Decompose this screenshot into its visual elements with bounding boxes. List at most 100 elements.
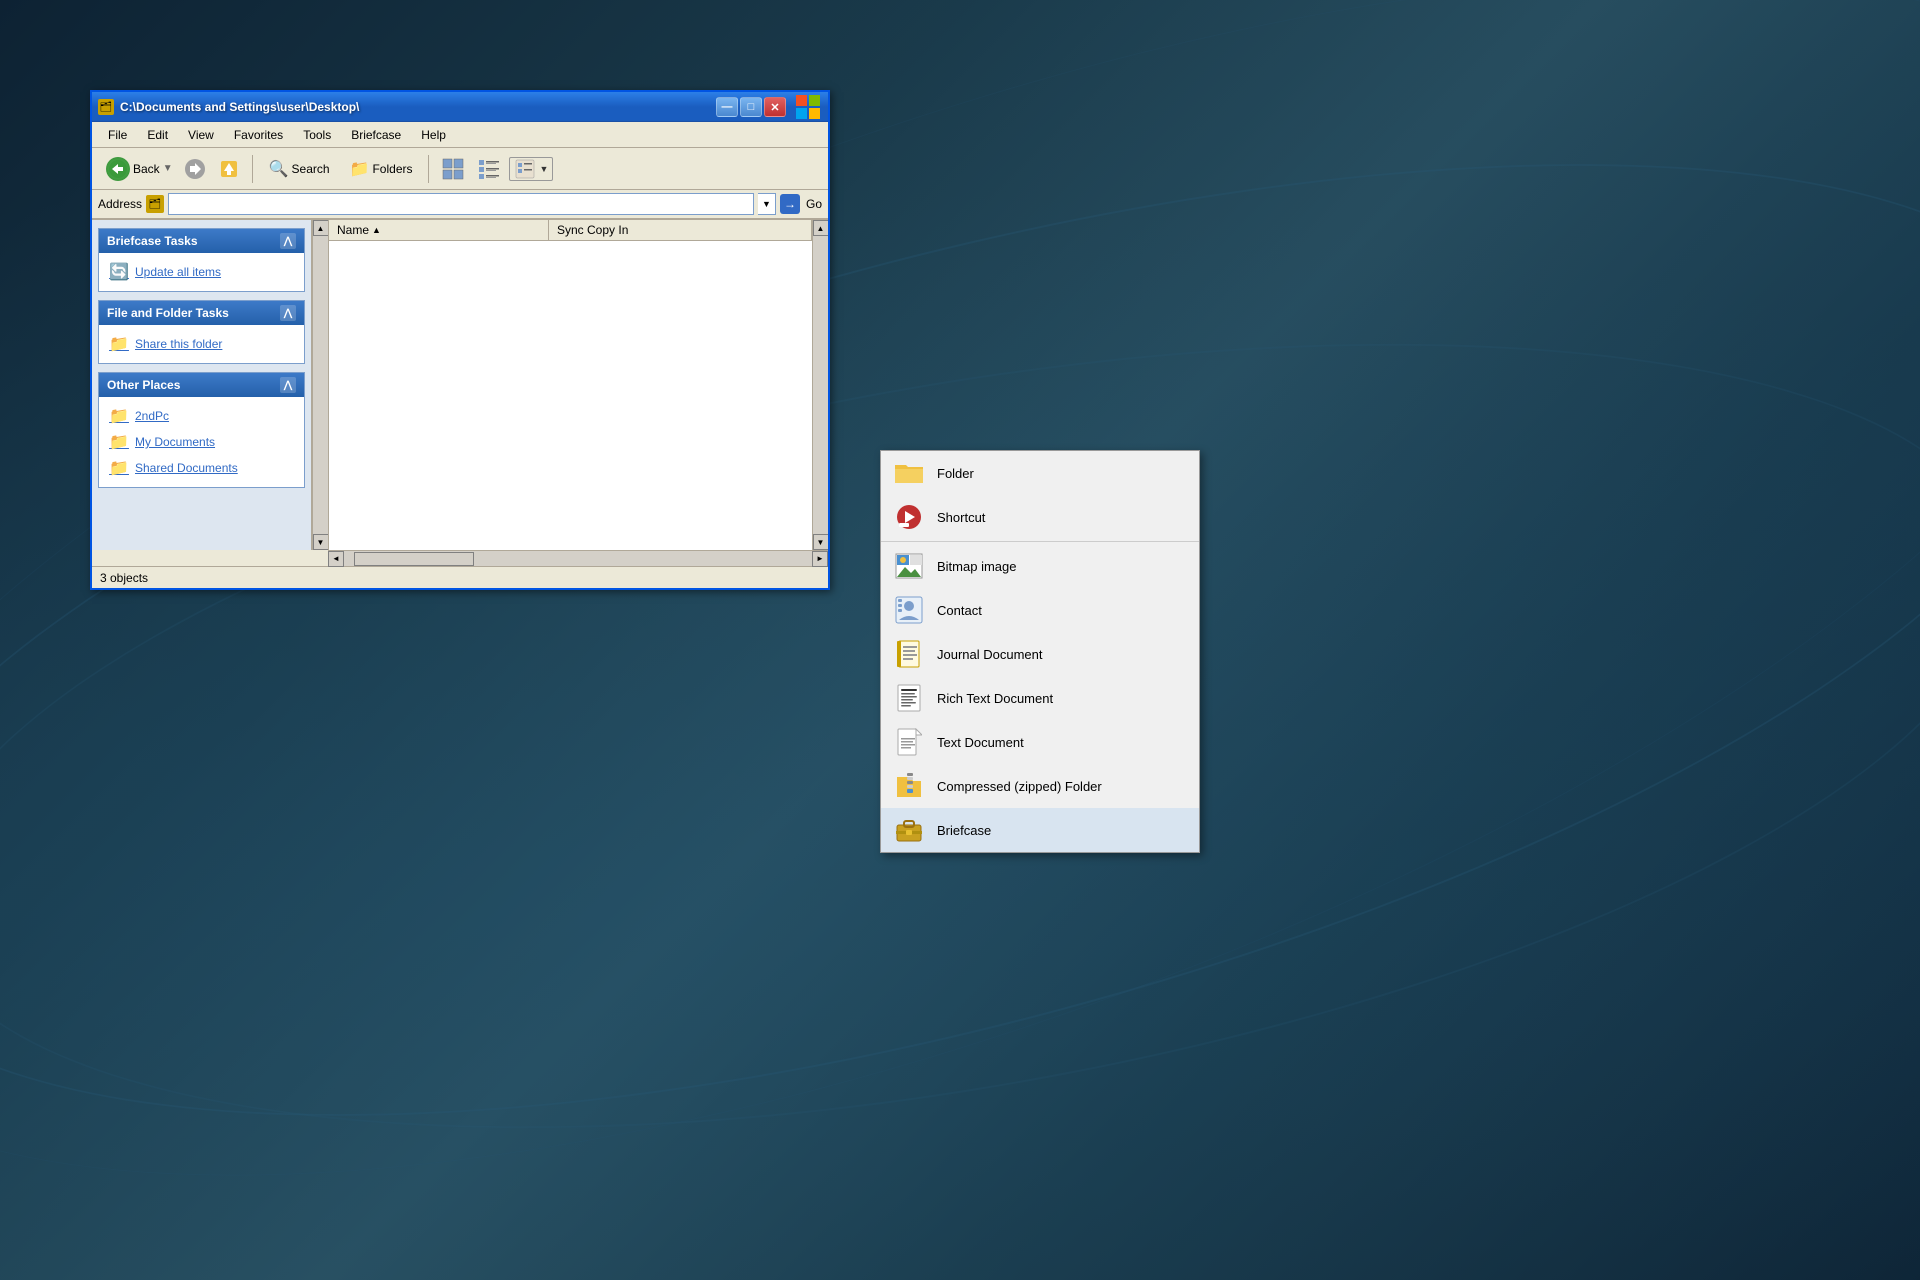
file-folder-tasks-section: File and Folder Tasks ⋀ 📁 Share this fol… — [98, 300, 305, 364]
left-panel-container: Briefcase Tasks ⋀ 🔄 Update all items Fil… — [92, 220, 328, 550]
briefcase-cm-label: Briefcase — [937, 823, 991, 838]
address-dropdown-button[interactable]: ▼ — [758, 193, 776, 215]
2ndpc-link[interactable]: 📁 2ndPc — [103, 403, 300, 429]
maximize-button[interactable]: □ — [740, 97, 762, 117]
bitmap-cm-label: Bitmap image — [937, 559, 1016, 574]
file-folder-tasks-body: 📁 Share this folder — [99, 325, 304, 363]
view-thumbnails-button[interactable] — [437, 157, 469, 181]
file-scroll-down-button[interactable]: ▼ — [813, 534, 829, 550]
back-icon — [106, 157, 130, 181]
h-scroll-right-button[interactable]: ► — [812, 551, 828, 567]
left-panel: Briefcase Tasks ⋀ 🔄 Update all items Fil… — [92, 220, 312, 550]
toolbar-sep-2 — [428, 155, 429, 183]
explorer-window: 🗂 C:\Documents and Settings\user\Desktop… — [90, 90, 830, 590]
briefcase-tasks-header[interactable]: Briefcase Tasks ⋀ — [99, 229, 304, 253]
briefcase-cm-icon — [893, 814, 925, 846]
menu-file[interactable]: File — [100, 126, 135, 144]
status-text: 3 objects — [100, 571, 148, 585]
context-menu-shortcut[interactable]: Shortcut — [881, 495, 1199, 539]
shared-documents-label: Shared Documents — [135, 461, 238, 475]
my-documents-icon: 📁 — [109, 432, 129, 452]
toolbar-sep-1 — [252, 155, 253, 183]
menu-help[interactable]: Help — [413, 126, 454, 144]
minimize-button[interactable]: — — [716, 97, 738, 117]
briefcase-tasks-title: Briefcase Tasks — [107, 234, 198, 248]
scroll-up-button[interactable]: ▲ — [313, 220, 329, 236]
share-folder-label: Share this folder — [135, 337, 222, 351]
file-area-scrollbar[interactable]: ▲ ▼ — [812, 220, 828, 550]
other-places-header[interactable]: Other Places ⋀ — [99, 373, 304, 397]
menu-bar: File Edit View Favorites Tools Briefcase… — [92, 122, 828, 148]
cm-separator-1 — [881, 541, 1199, 542]
search-button[interactable]: 🔍 Search — [261, 155, 338, 183]
back-dropdown-icon[interactable]: ▼ — [163, 163, 173, 174]
scroll-down-button[interactable]: ▼ — [313, 534, 329, 550]
file-scroll-up-button[interactable]: ▲ — [813, 220, 829, 236]
status-bar: 3 objects — [92, 566, 828, 588]
sync-copy-in-column-header[interactable]: Sync Copy In — [549, 220, 812, 240]
name-column-header[interactable]: Name ▲ — [329, 220, 549, 240]
menu-view[interactable]: View — [180, 126, 222, 144]
my-documents-link[interactable]: 📁 My Documents — [103, 429, 300, 455]
context-menu-folder[interactable]: Folder — [881, 451, 1199, 495]
folder-cm-icon — [893, 457, 925, 489]
file-folder-tasks-header[interactable]: File and Folder Tasks ⋀ — [99, 301, 304, 325]
context-menu-briefcase[interactable]: Briefcase — [881, 808, 1199, 852]
folders-label: Folders — [372, 162, 412, 176]
my-documents-label: My Documents — [135, 435, 215, 449]
back-button[interactable]: Back ▼ — [98, 153, 176, 185]
text-cm-icon — [893, 726, 925, 758]
view-list-button[interactable] — [473, 157, 505, 181]
shared-documents-link[interactable]: 📁 Shared Documents — [103, 455, 300, 481]
go-arrow-icon: → — [780, 194, 800, 214]
contact-cm-icon — [893, 594, 925, 626]
address-input[interactable] — [168, 193, 754, 215]
close-button[interactable]: ✕ — [764, 97, 786, 117]
menu-favorites[interactable]: Favorites — [226, 126, 291, 144]
briefcase-tasks-body: 🔄 Update all items — [99, 253, 304, 291]
file-folder-tasks-collapse[interactable]: ⋀ — [280, 305, 296, 321]
folders-icon: 📁 — [350, 159, 370, 179]
name-column-label: Name — [337, 223, 369, 237]
menu-briefcase[interactable]: Briefcase — [343, 126, 409, 144]
shortcut-cm-label: Shortcut — [937, 510, 985, 525]
share-folder-icon: 📁 — [109, 334, 129, 354]
context-menu-text[interactable]: Text Document — [881, 720, 1199, 764]
update-all-icon: 🔄 — [109, 262, 129, 282]
context-menu: Folder Shortcut Bitmap image — [880, 450, 1200, 853]
go-button[interactable]: Go — [806, 197, 822, 211]
briefcase-tasks-collapse[interactable]: ⋀ — [280, 233, 296, 249]
context-menu-contact[interactable]: Contact — [881, 588, 1199, 632]
address-label: Address — [98, 197, 142, 211]
other-places-collapse[interactable]: ⋀ — [280, 377, 296, 393]
zip-cm-label: Compressed (zipped) Folder — [937, 779, 1102, 794]
sync-copy-in-label: Sync Copy In — [557, 223, 628, 237]
window-title: C:\Documents and Settings\user\Desktop\ — [120, 100, 359, 114]
menu-tools[interactable]: Tools — [295, 126, 339, 144]
h-scroll-thumb[interactable] — [354, 552, 474, 566]
context-menu-zip[interactable]: Compressed (zipped) Folder — [881, 764, 1199, 808]
view-dropdown-button[interactable]: ▼ — [509, 157, 553, 181]
update-all-items-button[interactable]: 🔄 Update all items — [103, 259, 300, 285]
other-places-body: 📁 2ndPc 📁 My Documents 📁 Shared Document… — [99, 397, 304, 487]
context-menu-bitmap[interactable]: Bitmap image — [881, 544, 1199, 588]
richtext-cm-label: Rich Text Document — [937, 691, 1053, 706]
windows-logo — [794, 93, 822, 121]
back-label: Back — [133, 162, 160, 176]
update-all-label: Update all items — [135, 265, 221, 279]
other-places-title: Other Places — [107, 378, 180, 392]
search-label: Search — [292, 162, 330, 176]
shortcut-cm-icon — [893, 501, 925, 533]
file-area: Name ▲ Sync Copy In — [328, 220, 812, 550]
forward-button[interactable] — [180, 158, 210, 180]
other-places-section: Other Places ⋀ 📁 2ndPc 📁 My Documents — [98, 372, 305, 488]
title-bar: 🗂 C:\Documents and Settings\user\Desktop… — [92, 92, 828, 122]
context-menu-journal[interactable]: Journal Document — [881, 632, 1199, 676]
share-folder-button[interactable]: 📁 Share this folder — [103, 331, 300, 357]
context-menu-richtext[interactable]: Rich Text Document — [881, 676, 1199, 720]
up-button[interactable] — [214, 158, 244, 180]
h-scroll-left-button[interactable]: ◄ — [328, 551, 344, 567]
folders-button[interactable]: 📁 Folders — [342, 155, 421, 183]
menu-edit[interactable]: Edit — [139, 126, 176, 144]
vertical-scrollbar[interactable]: ▲ ▼ — [312, 220, 328, 550]
